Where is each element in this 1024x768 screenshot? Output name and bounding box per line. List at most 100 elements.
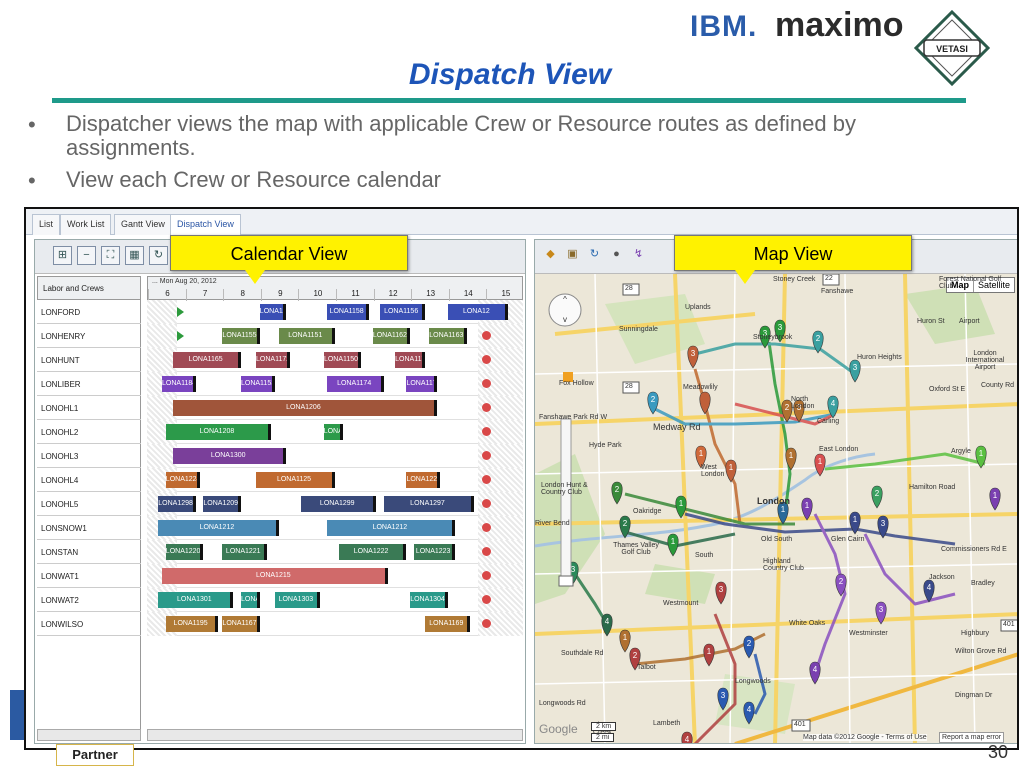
assignment-bar[interactable]: LONA1209 <box>203 496 241 512</box>
timeline-scrollbar[interactable] <box>147 729 523 741</box>
assignment-bar[interactable]: LONA117 <box>406 376 437 392</box>
fit-icon[interactable]: ⛶ <box>101 246 120 265</box>
shift-end-dot-icon <box>481 403 491 412</box>
refresh-map-icon[interactable]: ↻ <box>585 246 604 265</box>
resource-row-lonliber[interactable]: LONLIBER <box>37 372 141 396</box>
map-attribution[interactable]: Map data ©2012 Google - Terms of Use <box>803 734 927 741</box>
assignment-bar[interactable]: LONA1158 <box>327 304 369 320</box>
resource-row-lonstan[interactable]: LONSTAN <box>37 540 141 564</box>
place-fanshawe: Fanshawe <box>821 288 854 295</box>
shift-end-dot-icon <box>481 595 491 604</box>
assignment-bar[interactable]: LONA1220 <box>165 544 204 560</box>
assignment-bar[interactable]: LONA1212 <box>327 520 456 536</box>
resource-row-lonwat2[interactable]: LONWAT2 <box>37 588 141 612</box>
assignment-bar[interactable]: LONA1299 <box>301 496 377 512</box>
assignment-bar[interactable]: LONA1125 <box>256 472 335 488</box>
resource-row-lonwat1[interactable]: LONWAT1 <box>37 564 141 588</box>
assignment-bar[interactable]: LONA1156 <box>380 304 426 320</box>
hwy-401-shield: 401 <box>794 721 806 728</box>
place-fox-hollow: Fox Hollow <box>559 380 594 387</box>
zoom-select-icon[interactable]: ⊞ <box>53 246 72 265</box>
assignment-bar[interactable]: LONA1172 <box>256 352 290 368</box>
calendar-icon[interactable]: ▦ <box>125 246 144 265</box>
layers-icon[interactable]: ◆ <box>541 246 560 265</box>
vetasi-text: VETASI <box>936 44 968 54</box>
pin-icon[interactable]: ● <box>607 246 626 265</box>
resource-row-lonohl5[interactable]: LONOHL5 <box>37 492 141 516</box>
assignment-bar[interactable]: LONA1174 <box>327 376 384 392</box>
assignment-bar[interactable]: LONA1215 <box>162 568 388 584</box>
assignment-bar[interactable]: LONA1212 <box>158 520 279 536</box>
resource-column-header: Labor and Crews <box>37 276 141 300</box>
refresh-icon[interactable]: ↻ <box>149 246 168 265</box>
marker-label: 1 <box>699 449 704 458</box>
road-oxford: Oxford St E <box>929 386 966 393</box>
assignment-bar[interactable]: LONA1226 <box>406 472 441 488</box>
assignment-bar[interactable]: LONA1206 <box>173 400 437 416</box>
resource-scrollbar[interactable] <box>37 729 141 741</box>
tab-gantt-view[interactable]: Gantt View <box>114 214 172 235</box>
zoom-out-icon[interactable]: − <box>77 246 96 265</box>
calendar-row: LONA1212 LONA1212 <box>147 516 523 540</box>
place-river-bend: River Bend <box>535 520 570 527</box>
assignment-bar[interactable]: LONA1297 <box>383 496 475 512</box>
resource-row-lonford[interactable]: LONFORD <box>37 300 141 324</box>
tab-work-list[interactable]: Work List <box>60 214 112 235</box>
assignment-bar[interactable]: LONA1223 <box>413 544 456 560</box>
assignment-bar[interactable]: LONA1167 <box>222 616 260 632</box>
resource-row-lonohl4[interactable]: LONOHL4 <box>37 468 141 492</box>
assignment-bar[interactable]: LONA117 <box>395 352 426 368</box>
assignment-bar[interactable]: LONA1301 <box>158 592 234 608</box>
assignment-bar[interactable]: LONA1151 <box>278 328 335 344</box>
assignment-bar[interactable]: LONA1150 <box>323 352 362 368</box>
shift-end-dot-icon <box>481 331 491 340</box>
route-icon[interactable]: ↯ <box>629 246 648 265</box>
assignment-bar[interactable]: LONA12 <box>447 304 508 320</box>
assignment-bar[interactable]: LONA1165 <box>173 352 241 368</box>
assignment-bar[interactable]: LONA1222 <box>338 544 407 560</box>
marker-label: 3 <box>778 323 783 332</box>
assignment-bar[interactable]: LONA1 <box>323 424 343 440</box>
assignment-bar[interactable]: LONA1184 <box>162 376 196 392</box>
marker-label: 3 <box>571 565 576 574</box>
assignment-bar[interactable]: LONA1195 <box>165 616 219 632</box>
assignment-bar[interactable]: LONA1162 <box>372 328 411 344</box>
copy-icon[interactable]: ▣ <box>563 246 582 265</box>
resource-row-lonsnow1[interactable]: LONSNOW1 <box>37 516 141 540</box>
place-white-oaks: White Oaks <box>789 620 826 627</box>
assignment-bar[interactable]: LONA1155 <box>222 328 260 344</box>
assignment-bar[interactable]: LONA1303 <box>274 592 320 608</box>
assignment-bar[interactable]: LONA1153 <box>241 376 275 392</box>
assignment-bar[interactable]: LONA1163 <box>429 328 467 344</box>
marker-label: 2 <box>623 519 628 528</box>
assignment-bar[interactable]: LONA13 <box>241 592 260 608</box>
assignment-bar[interactable]: LONA1224 <box>165 472 200 488</box>
resource-row-lonhenry[interactable]: LONHENRY <box>37 324 141 348</box>
tab-list[interactable]: List <box>32 214 61 235</box>
assignment-bar[interactable]: LONA1221 <box>222 544 268 560</box>
resource-row-lonohl2[interactable]: LONOHL2 <box>37 420 141 444</box>
resource-row-lonwilso[interactable]: LONWILSO <box>37 612 141 636</box>
resource-row-lonohl3[interactable]: LONOHL3 <box>37 444 141 468</box>
marker-label: 2 <box>839 577 844 586</box>
hwy-28-shield-top: 28 <box>625 285 633 292</box>
place-west-london: West London <box>701 464 725 478</box>
assignment-bar[interactable]: LONA1208 <box>165 424 272 440</box>
resource-row-lonhunt[interactable]: LONHUNT <box>37 348 141 372</box>
map-canvas[interactable]: 33233223411111212211131133243412124344 ^… <box>535 274 1017 744</box>
bullet-text-1: Dispatcher views the map with applicable… <box>66 111 856 160</box>
assignment-bar[interactable]: LONA1300 <box>173 448 287 464</box>
place-jackson: Jackson <box>929 574 955 581</box>
tab-bar: List Work List Gantt View Dispatch View <box>26 209 1017 236</box>
assignment-bar[interactable]: LONA115 <box>259 304 287 320</box>
resource-row-lonohl1[interactable]: LONOHL1 <box>37 396 141 420</box>
ibm-logo: IBM. <box>690 10 758 43</box>
map-marker-icon[interactable]: 4 <box>681 731 693 744</box>
assignment-bar[interactable]: LONA1304 <box>410 592 448 608</box>
marker-label: 2 <box>651 395 656 404</box>
tab-dispatch-view[interactable]: Dispatch View <box>170 214 241 236</box>
assignment-bar[interactable]: LONA1298 <box>158 496 196 512</box>
svg-text:^: ^ <box>563 295 567 304</box>
place-glen-cairn: Glen Cairn <box>831 536 865 543</box>
assignment-bar[interactable]: LONA1169 <box>425 616 471 632</box>
